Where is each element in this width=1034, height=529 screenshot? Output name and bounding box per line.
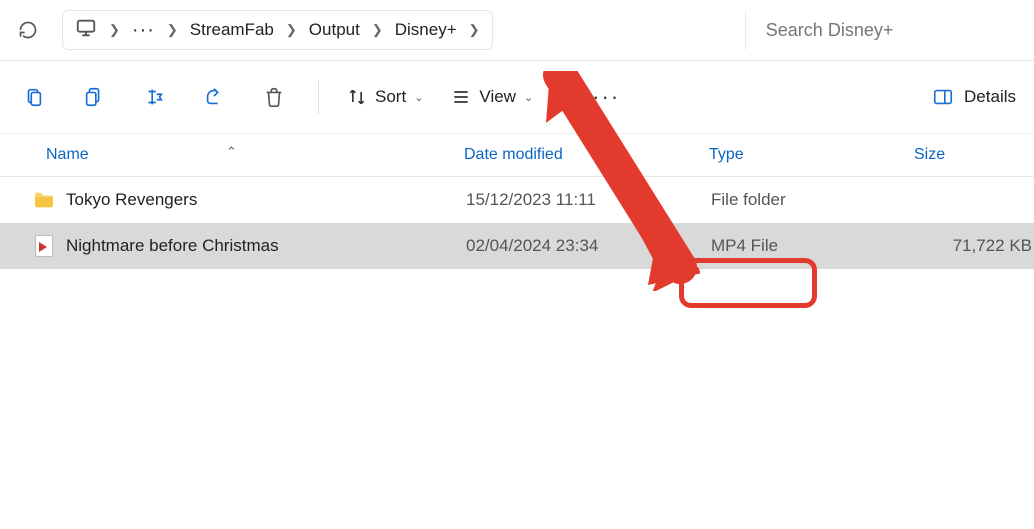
folder-icon <box>30 189 58 211</box>
chevron-right-icon[interactable]: ❯ <box>167 22 178 38</box>
details-label: Details <box>964 87 1016 107</box>
toolbar: Sort ⌄ View ⌄ ··· Details <box>0 61 1034 133</box>
video-file-icon <box>30 235 58 257</box>
column-type[interactable]: Type <box>709 146 914 164</box>
chevron-right-icon[interactable]: ❯ <box>109 22 120 38</box>
column-date[interactable]: Date modified <box>464 146 709 164</box>
separator <box>561 80 562 114</box>
breadcrumb-item[interactable]: Disney+ <box>395 20 457 40</box>
file-name: Nightmare before Christmas <box>66 236 466 256</box>
chevron-right-icon[interactable]: ❯ <box>286 22 297 38</box>
list-item[interactable]: Tokyo Revengers 15/12/2023 11:11 File fo… <box>0 177 1034 223</box>
file-list: Tokyo Revengers 15/12/2023 11:11 File fo… <box>0 177 1034 269</box>
file-type: MP4 File <box>711 236 916 256</box>
file-date: 02/04/2024 23:34 <box>466 236 711 256</box>
column-size[interactable]: Size <box>914 146 1034 164</box>
column-headers: Name ⌃ Date modified Type Size <box>0 133 1034 177</box>
separator <box>318 80 319 114</box>
file-date: 15/12/2023 11:11 <box>466 190 711 210</box>
rename-icon[interactable] <box>138 81 170 113</box>
chevron-right-icon[interactable]: ❯ <box>372 22 383 38</box>
share-icon[interactable] <box>198 81 230 113</box>
cut-icon[interactable] <box>18 81 50 113</box>
file-type: File folder <box>711 190 916 210</box>
view-button[interactable]: View ⌄ <box>451 87 533 107</box>
file-name: Tokyo Revengers <box>66 190 466 210</box>
this-pc-icon[interactable] <box>75 17 97 44</box>
address-bar: ❯ ··· ❯ StreamFab ❯ Output ❯ Disney+ ❯ <box>0 0 1034 60</box>
sort-indicator-icon: ⌃ <box>226 144 237 160</box>
search-input[interactable] <box>745 10 1022 50</box>
column-name-label: Name <box>46 146 89 163</box>
refresh-button[interactable] <box>12 14 44 46</box>
sort-label: Sort <box>375 87 406 107</box>
breadcrumb-overflow[interactable]: ··· <box>132 19 155 42</box>
copy-icon[interactable] <box>78 81 110 113</box>
more-icon[interactable]: ··· <box>590 81 622 113</box>
breadcrumb: ❯ ··· ❯ StreamFab ❯ Output ❯ Disney+ ❯ <box>62 10 493 50</box>
sort-button[interactable]: Sort ⌄ <box>347 87 423 107</box>
breadcrumb-item[interactable]: Output <box>309 20 360 40</box>
chevron-down-icon: ⌄ <box>524 91 533 104</box>
breadcrumb-item[interactable]: StreamFab <box>190 20 274 40</box>
view-label: View <box>479 87 516 107</box>
chevron-right-icon[interactable]: ❯ <box>469 22 480 38</box>
chevron-down-icon: ⌄ <box>414 91 423 104</box>
details-pane-button[interactable]: Details <box>932 86 1016 108</box>
list-item[interactable]: Nightmare before Christmas 02/04/2024 23… <box>0 223 1034 269</box>
file-size: 71,722 KB <box>916 236 1034 256</box>
delete-icon[interactable] <box>258 81 290 113</box>
column-name[interactable]: Name ⌃ <box>46 146 464 164</box>
